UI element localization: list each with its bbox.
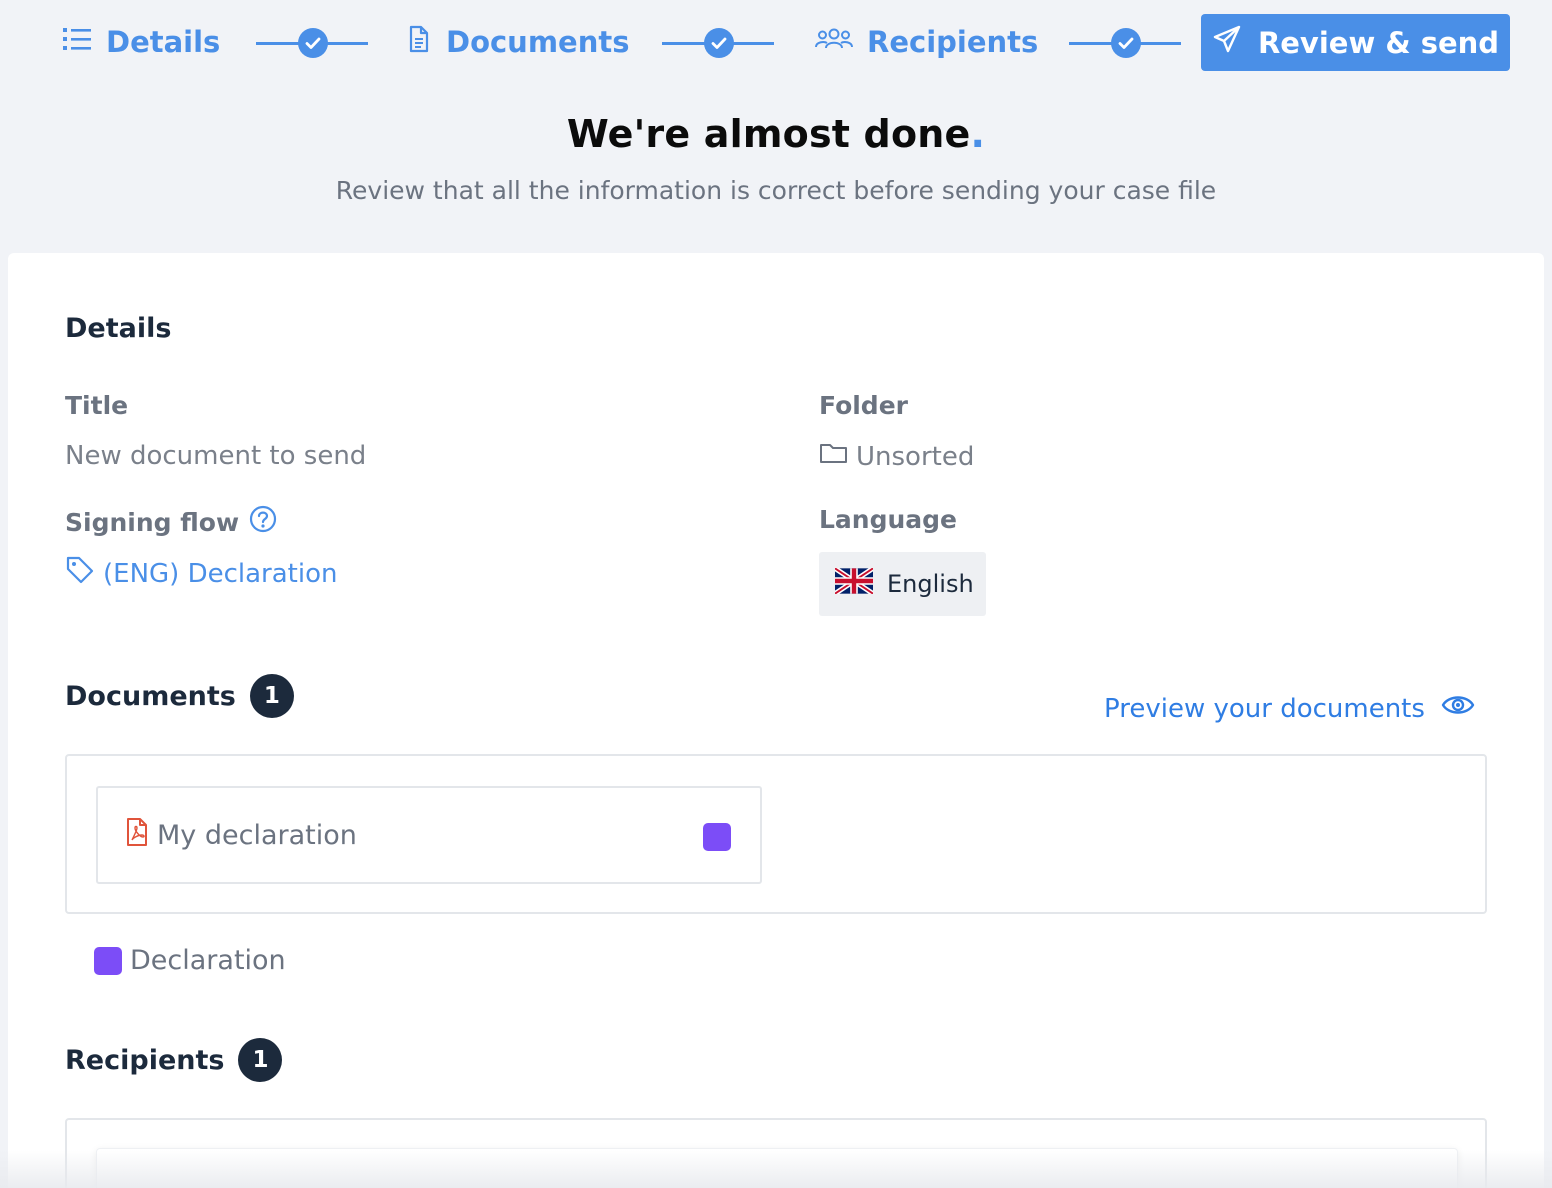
preview-documents-link[interactable]: Preview your documents — [1104, 693, 1475, 724]
help-circle-icon[interactable] — [249, 505, 277, 539]
paper-plane-icon — [1212, 24, 1242, 61]
tag-icon — [65, 555, 95, 592]
step-details[interactable]: Details — [62, 14, 220, 70]
signing-flow-value[interactable]: (ENG) Declaration — [65, 555, 337, 592]
step-documents[interactable]: Documents — [406, 14, 630, 70]
step-connector — [662, 28, 774, 58]
pdf-icon — [125, 817, 149, 854]
wizard-stepper: Details Documents Recipients Review & se… — [0, 0, 1552, 88]
users-icon — [815, 25, 853, 59]
step-recipients[interactable]: Recipients — [815, 14, 1038, 70]
document-type-swatch — [703, 823, 731, 851]
step-connector — [256, 28, 368, 58]
folder-value-text: Unsorted — [856, 441, 975, 472]
document-icon — [406, 25, 432, 60]
document-name: My declaration — [157, 819, 357, 851]
details-section-title: Details — [65, 313, 171, 344]
eye-icon — [1441, 693, 1475, 724]
folder-value: Unsorted — [819, 441, 974, 472]
details-heading: Details — [65, 313, 172, 344]
documents-heading: Documents — [65, 680, 236, 712]
page-subtitle: Review that all the information is corre… — [335, 176, 1217, 205]
check-circle-icon — [704, 28, 734, 58]
documents-count-badge: 1 — [249, 674, 294, 718]
recipients-count-badge: 1 — [238, 1038, 283, 1082]
title-value-text: New document to send — [65, 441, 367, 471]
page-title-text: We're almost done — [566, 112, 971, 156]
folder-icon — [819, 441, 848, 472]
legend-label: Declaration — [130, 945, 286, 976]
recipients-heading: Recipients — [65, 1044, 225, 1076]
step-label: Recipients — [867, 25, 1039, 59]
page-title: We're almost done. — [0, 112, 1552, 156]
title-label-text: Title — [65, 391, 129, 420]
list-icon — [62, 25, 92, 59]
step-connector — [1069, 28, 1181, 58]
title-value: New document to send — [65, 441, 366, 471]
language-label: Language — [819, 505, 957, 534]
uk-flag-icon — [833, 566, 875, 600]
recipients-section-title: Recipients 1 — [65, 1038, 283, 1082]
language-label-text: Language — [819, 505, 958, 534]
check-circle-icon — [298, 28, 328, 58]
language-chip[interactable]: English — [819, 552, 986, 616]
documents-list: My declaration — [65, 754, 1487, 914]
review-card: Details Title New document to send Folde… — [8, 253, 1544, 1188]
step-label: Details — [106, 25, 221, 59]
title-label: Title — [65, 391, 128, 420]
document-type-legend: Declaration — [94, 945, 286, 976]
step-label: Documents — [446, 25, 630, 59]
preview-link-text: Preview your documents — [1104, 693, 1425, 724]
step-label: Review & send — [1257, 25, 1500, 60]
signing-flow-label: Signing flow — [65, 505, 277, 539]
step-review-send[interactable]: Review & send — [1201, 14, 1510, 71]
legend-swatch — [94, 946, 122, 975]
signing-flow-value-text: (ENG) Declaration — [103, 558, 338, 589]
signing-flow-label-text: Signing flow — [65, 507, 240, 537]
documents-section-title: Documents 1 — [65, 674, 294, 718]
folder-label: Folder — [819, 391, 908, 420]
scroll-fade — [0, 1150, 1552, 1188]
language-value-text: English — [887, 570, 974, 598]
folder-label-text: Folder — [819, 391, 908, 420]
document-tile[interactable]: My declaration — [96, 786, 762, 884]
page-title-dot: . — [970, 112, 986, 156]
check-circle-icon — [1111, 28, 1141, 58]
